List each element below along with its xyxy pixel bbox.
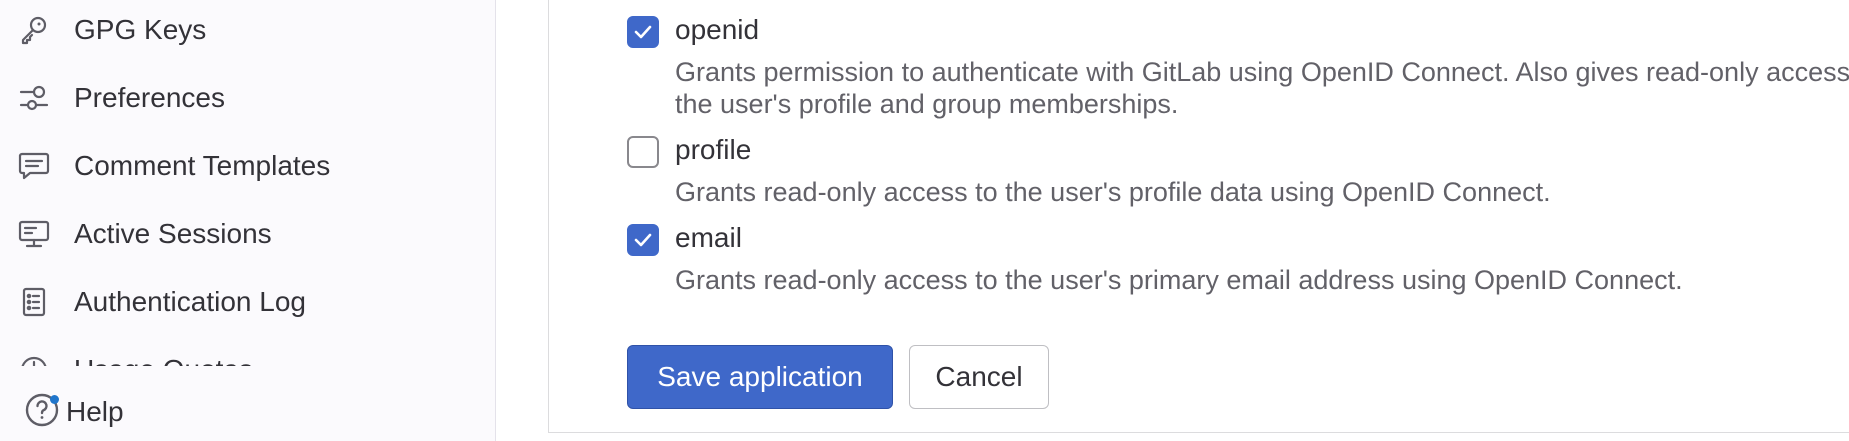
help-button[interactable]: Help [0, 382, 495, 441]
scope-email-checkbox[interactable] [627, 224, 659, 256]
sidebar-item-active-sessions[interactable]: Active Sessions [0, 204, 495, 264]
scope-name: openid [675, 14, 760, 45]
preferences-icon [17, 81, 51, 115]
comment-icon [17, 149, 51, 183]
scope-description: Grants read-only access to the user's pr… [675, 177, 1551, 207]
sidebar-item-label: Authentication Log [74, 286, 306, 317]
scope-description: Grants permission to authenticate with G… [675, 57, 1849, 119]
monitor-icon [17, 217, 51, 251]
save-application-button[interactable]: Save application [627, 345, 893, 409]
sidebar-item-label: Comment Templates [74, 150, 331, 181]
scope-profile-checkbox[interactable] [627, 136, 659, 168]
cancel-button[interactable]: Cancel [909, 345, 1049, 409]
scope-openid-checkbox[interactable] [627, 16, 659, 48]
sidebar-item-comment-templates[interactable]: Comment Templates [0, 136, 495, 196]
scope-description: Grants read-only access to the user's pr… [675, 265, 1683, 295]
sidebar-item-label: GPG Keys [74, 14, 207, 45]
notification-dot [50, 395, 59, 404]
key-icon [17, 13, 51, 47]
check-icon [634, 25, 652, 39]
sidebar-item-preferences[interactable]: Preferences [0, 68, 495, 128]
gauge-icon [17, 353, 51, 366]
sidebar-item-authentication-log[interactable]: Authentication Log [0, 272, 495, 332]
sidebar-item-gpg-keys[interactable]: GPG Keys [0, 0, 495, 60]
scope-name: email [675, 222, 742, 253]
sidebar-item-label: Preferences [74, 82, 225, 113]
log-icon [17, 285, 51, 319]
sidebar-item-label: Active Sessions [74, 218, 272, 249]
sidebar-item-usage-quotas[interactable]: Usage Quotas [0, 340, 495, 366]
help-label: Help [66, 395, 124, 427]
sidebar-item-label: Usage Quotas [74, 354, 253, 366]
app-root: GPG Keys Preferences Comment Templates A… [0, 0, 1849, 441]
user-settings-sidebar: GPG Keys Preferences Comment Templates A… [0, 0, 496, 441]
application-form: openid Grants permission to authenticate… [548, 0, 1849, 433]
main-content: openid Grants permission to authenticate… [496, 0, 1849, 441]
check-icon [634, 233, 652, 247]
scope-name: profile [675, 134, 752, 165]
sidebar-nav: GPG Keys Preferences Comment Templates A… [0, 0, 495, 366]
